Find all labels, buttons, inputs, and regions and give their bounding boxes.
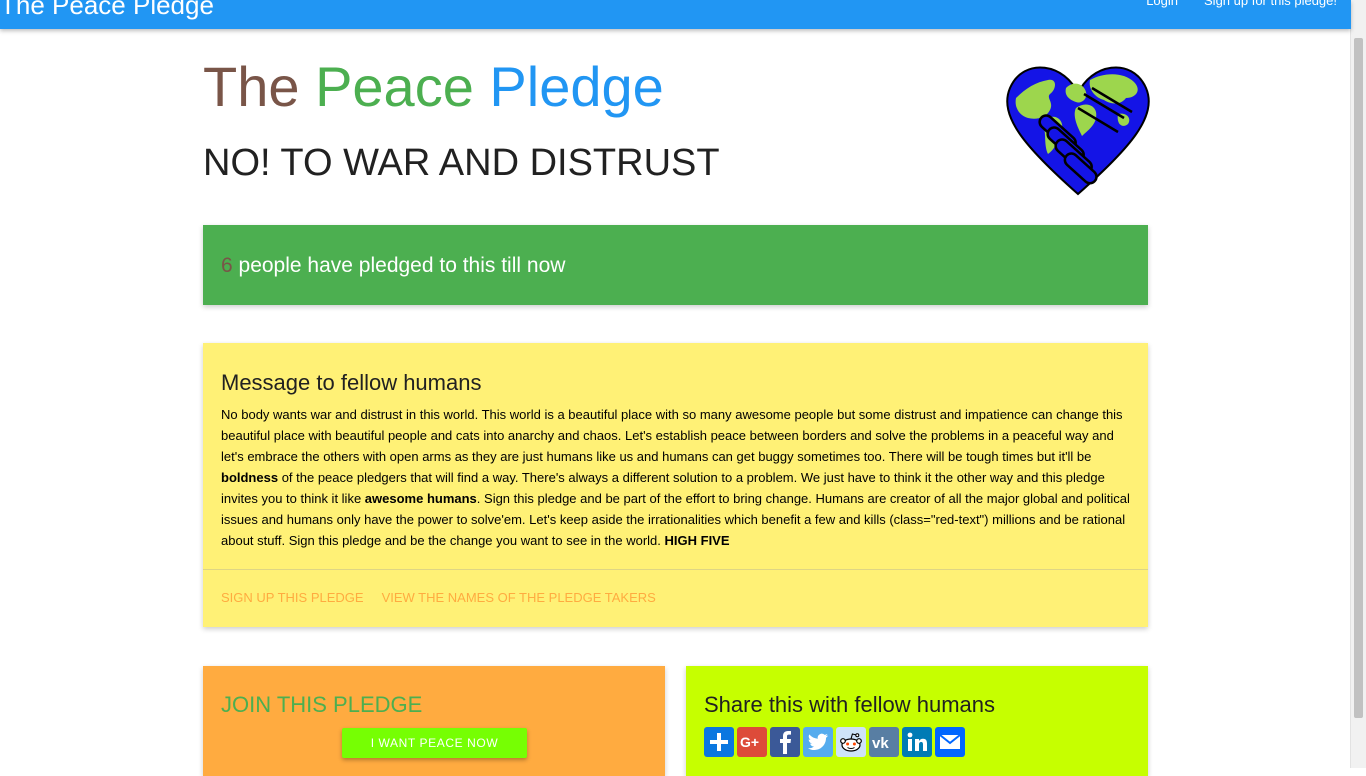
page-scrollbar[interactable] <box>1350 0 1366 768</box>
linkedin-icon <box>907 732 927 751</box>
message-bold-awesome-humans: awesome humans <box>364 491 477 506</box>
facebook-share-button[interactable] <box>770 727 800 757</box>
title-word-peace: Peace <box>315 55 474 118</box>
email-icon <box>939 734 961 749</box>
nav-links: Login Sign up for this pledge! <box>1146 0 1337 11</box>
vk-share-button[interactable]: vk <box>869 727 899 757</box>
email-share-button[interactable] <box>935 727 965 757</box>
share-card: Share this with fellow humans G+ vk <box>686 666 1148 776</box>
twitter-icon <box>808 733 828 751</box>
join-pledge-card: JOIN THIS PLEDGE I WANT PEACE NOW <box>203 666 665 776</box>
title-word-the: The <box>203 55 300 118</box>
message-bold-boldness: boldness <box>221 470 279 485</box>
reddit-icon <box>840 733 862 752</box>
join-pledge-title: JOIN THIS PLEDGE <box>221 692 423 717</box>
addthis-share-button[interactable] <box>704 727 734 757</box>
card-divider <box>203 569 1148 570</box>
sign-up-pledge-link[interactable]: SIGN UP THIS PLEDGE <box>221 590 364 606</box>
message-text-part-1: No body wants war and distrust in this w… <box>221 407 1123 464</box>
message-bold-high-five: HIGH FIVE <box>664 533 730 548</box>
message-title: Message to fellow humans <box>221 370 482 395</box>
reddit-share-button[interactable] <box>836 727 866 757</box>
facebook-icon <box>780 731 791 754</box>
svg-text:vk: vk <box>872 735 889 750</box>
pledge-count-card: 6 people have pledged to this till now <box>203 225 1148 305</box>
vk-icon: vk <box>872 735 889 750</box>
title-word-pledge: Pledge <box>489 55 664 118</box>
signup-link[interactable]: Sign up for this pledge! <box>1204 0 1337 11</box>
top-navbar: The Peace Pledge Login Sign up for this … <box>0 0 1351 29</box>
page-title: The Peace Pledge <box>203 52 664 122</box>
view-pledge-takers-link[interactable]: VIEW THE NAMES OF THE PLEDGE TAKERS <box>382 590 656 606</box>
message-body: No body wants war and distrust in this w… <box>221 404 1131 551</box>
message-card-actions: SIGN UP THIS PLEDGE VIEW THE NAMES OF TH… <box>221 590 656 606</box>
linkedin-share-button[interactable] <box>902 727 932 757</box>
pledge-count-text: 6 people have pledged to this till now <box>221 253 565 279</box>
globe-heart-handshake-logo <box>1006 66 1150 196</box>
twitter-share-button[interactable] <box>803 727 833 757</box>
brand-link[interactable]: The Peace Pledge <box>0 0 214 20</box>
google-plus-icon: G+ <box>740 734 759 750</box>
google-plus-share-button[interactable]: G+ <box>737 727 767 757</box>
pledge-count-number: 6 <box>221 254 233 277</box>
page-subtitle: NO! TO WAR AND DISTRUST <box>203 142 720 184</box>
login-link[interactable]: Login <box>1146 0 1178 11</box>
pledge-count-label: people have pledged to this till now <box>232 254 566 277</box>
share-buttons: G+ vk <box>704 727 965 757</box>
svg-text:G+: G+ <box>740 734 759 750</box>
scrollbar-thumb[interactable] <box>1354 38 1363 718</box>
i-want-peace-now-button[interactable]: I WANT PEACE NOW <box>342 728 527 758</box>
message-card: Message to fellow humans No body wants w… <box>203 343 1148 627</box>
share-title: Share this with fellow humans <box>704 692 996 717</box>
addthis-icon <box>710 733 728 751</box>
